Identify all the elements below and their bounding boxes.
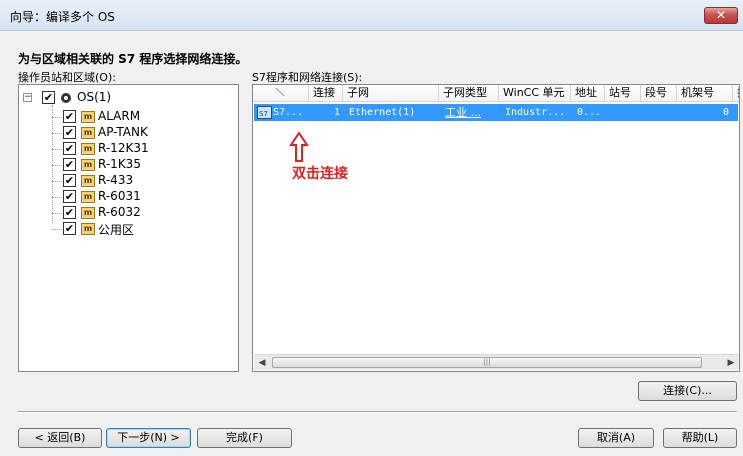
area-folder-icon: m xyxy=(81,223,95,235)
tree-item[interactable]: ✔ m R-6031 xyxy=(19,189,219,205)
column-header-subnet-type[interactable]: 子网类型 xyxy=(439,85,499,102)
next-button[interactable]: 下一步(N) > xyxy=(106,428,191,448)
column-header-s7[interactable] xyxy=(253,85,309,102)
item-label: AP-TANK xyxy=(98,125,148,139)
item-checkbox[interactable]: ✔ xyxy=(63,158,76,171)
cell-rack: 0 xyxy=(722,107,729,118)
os-label: OS(1) xyxy=(77,90,112,104)
column-header-subnet[interactable]: 子网 xyxy=(343,85,439,102)
connection-list[interactable]: 连接 子网 子网类型 WinCC 单元 地址 站号 段号 机架号 插 S7 S7… xyxy=(252,84,740,372)
item-label: ALARM xyxy=(98,109,141,123)
tree-item[interactable]: ✔ m R-1K35 xyxy=(19,157,219,173)
horizontal-scrollbar[interactable]: ◀ ||| ▶ xyxy=(254,354,739,370)
item-checkbox[interactable]: ✔ xyxy=(63,174,76,187)
column-header-segment[interactable]: 段号 xyxy=(641,85,677,102)
item-checkbox[interactable]: ✔ xyxy=(63,190,76,203)
area-folder-icon: m xyxy=(81,191,95,203)
item-checkbox[interactable]: ✔ xyxy=(63,222,76,235)
area-folder-icon: m xyxy=(81,159,95,171)
annotation-arrow-icon xyxy=(289,131,309,162)
area-tree[interactable]: − ✔ OS(1) ✔ m ALARM ✔ m AP-TANK ✔ m R-12… xyxy=(18,84,239,372)
tree-item[interactable]: ✔ m R-433 xyxy=(19,173,219,189)
tree-item[interactable]: ✔ m ALARM xyxy=(19,109,219,125)
column-header-connection[interactable]: 连接 xyxy=(309,85,343,102)
cancel-button[interactable]: 取消(A) xyxy=(578,428,654,448)
item-label: 公用区 xyxy=(98,223,135,237)
back-button[interactable]: < 返回(B) xyxy=(18,428,102,448)
column-header-address[interactable]: 地址 xyxy=(571,85,605,102)
sort-icon xyxy=(275,87,285,97)
tree-root-os[interactable]: − ✔ OS(1) xyxy=(23,90,143,106)
item-checkbox[interactable]: ✔ xyxy=(63,110,76,123)
cell-s7: S7... xyxy=(273,107,304,118)
item-checkbox[interactable]: ✔ xyxy=(63,142,76,155)
scroll-thumb[interactable]: ||| xyxy=(272,357,702,368)
annotation-text: 双击连接 xyxy=(292,166,348,182)
os-checkbox[interactable]: ✔ xyxy=(42,91,55,104)
title-bar: 向导：编译多个 OS ✕ xyxy=(0,0,743,31)
item-checkbox[interactable]: ✔ xyxy=(63,126,76,139)
item-label: R-6031 xyxy=(98,189,141,203)
instruction-heading: 为与区域相关联的 S7 程序选择网络连接。 xyxy=(18,52,248,66)
cell-subnet-type[interactable]: 工业 ... xyxy=(445,104,499,121)
item-label: R-1K35 xyxy=(98,157,141,171)
item-label: R-12K31 xyxy=(98,141,149,155)
column-header-slot[interactable]: 插 xyxy=(733,85,739,102)
collapse-icon[interactable]: − xyxy=(23,93,32,102)
divider xyxy=(18,411,737,413)
item-label: R-433 xyxy=(98,173,134,187)
cell-subnet: Ethernet(1) xyxy=(349,107,416,118)
close-button[interactable]: ✕ xyxy=(704,7,738,24)
area-folder-icon: m xyxy=(81,111,95,123)
item-checkbox[interactable]: ✔ xyxy=(63,206,76,219)
column-header-station[interactable]: 站号 xyxy=(605,85,641,102)
station-icon xyxy=(61,93,71,103)
help-button[interactable]: 帮助(L) xyxy=(663,428,737,448)
finish-button[interactable]: 完成(F) xyxy=(197,428,292,448)
tree-item[interactable]: ✔ m R-6032 xyxy=(19,205,219,221)
scroll-left-icon[interactable]: ◀ xyxy=(254,355,270,371)
window-title: 向导：编译多个 OS xyxy=(10,10,115,24)
column-header-wincc-unit[interactable]: WinCC 单元 xyxy=(499,85,571,102)
cell-connection: 1 xyxy=(333,107,340,118)
svg-text:S7: S7 xyxy=(259,110,268,118)
area-folder-icon: m xyxy=(81,207,95,219)
operator-stations-label: 操作员站和区域(O): xyxy=(18,71,116,84)
connect-button[interactable]: 连接(C)... xyxy=(638,381,737,401)
scroll-right-icon[interactable]: ▶ xyxy=(723,355,739,371)
tree-item[interactable]: ✔ m 公用区 xyxy=(19,221,219,237)
tree-item[interactable]: ✔ m AP-TANK xyxy=(19,125,219,141)
cell-address: 0... xyxy=(577,107,602,118)
s7-programs-label: S7程序和网络连接(S): xyxy=(252,71,363,84)
area-folder-icon: m xyxy=(81,143,95,155)
s7-program-icon: S7 xyxy=(257,104,273,121)
area-folder-icon: m xyxy=(81,175,95,187)
area-folder-icon: m xyxy=(81,127,95,139)
table-row[interactable]: S7 S7... 1 Ethernet(1) 工业 ... Industr...… xyxy=(254,104,738,121)
column-header-rack[interactable]: 机架号 xyxy=(677,85,733,102)
tree-item[interactable]: ✔ m R-12K31 xyxy=(19,141,219,157)
cell-wincc-unit: Industr... xyxy=(505,107,566,118)
item-label: R-6032 xyxy=(98,205,141,219)
